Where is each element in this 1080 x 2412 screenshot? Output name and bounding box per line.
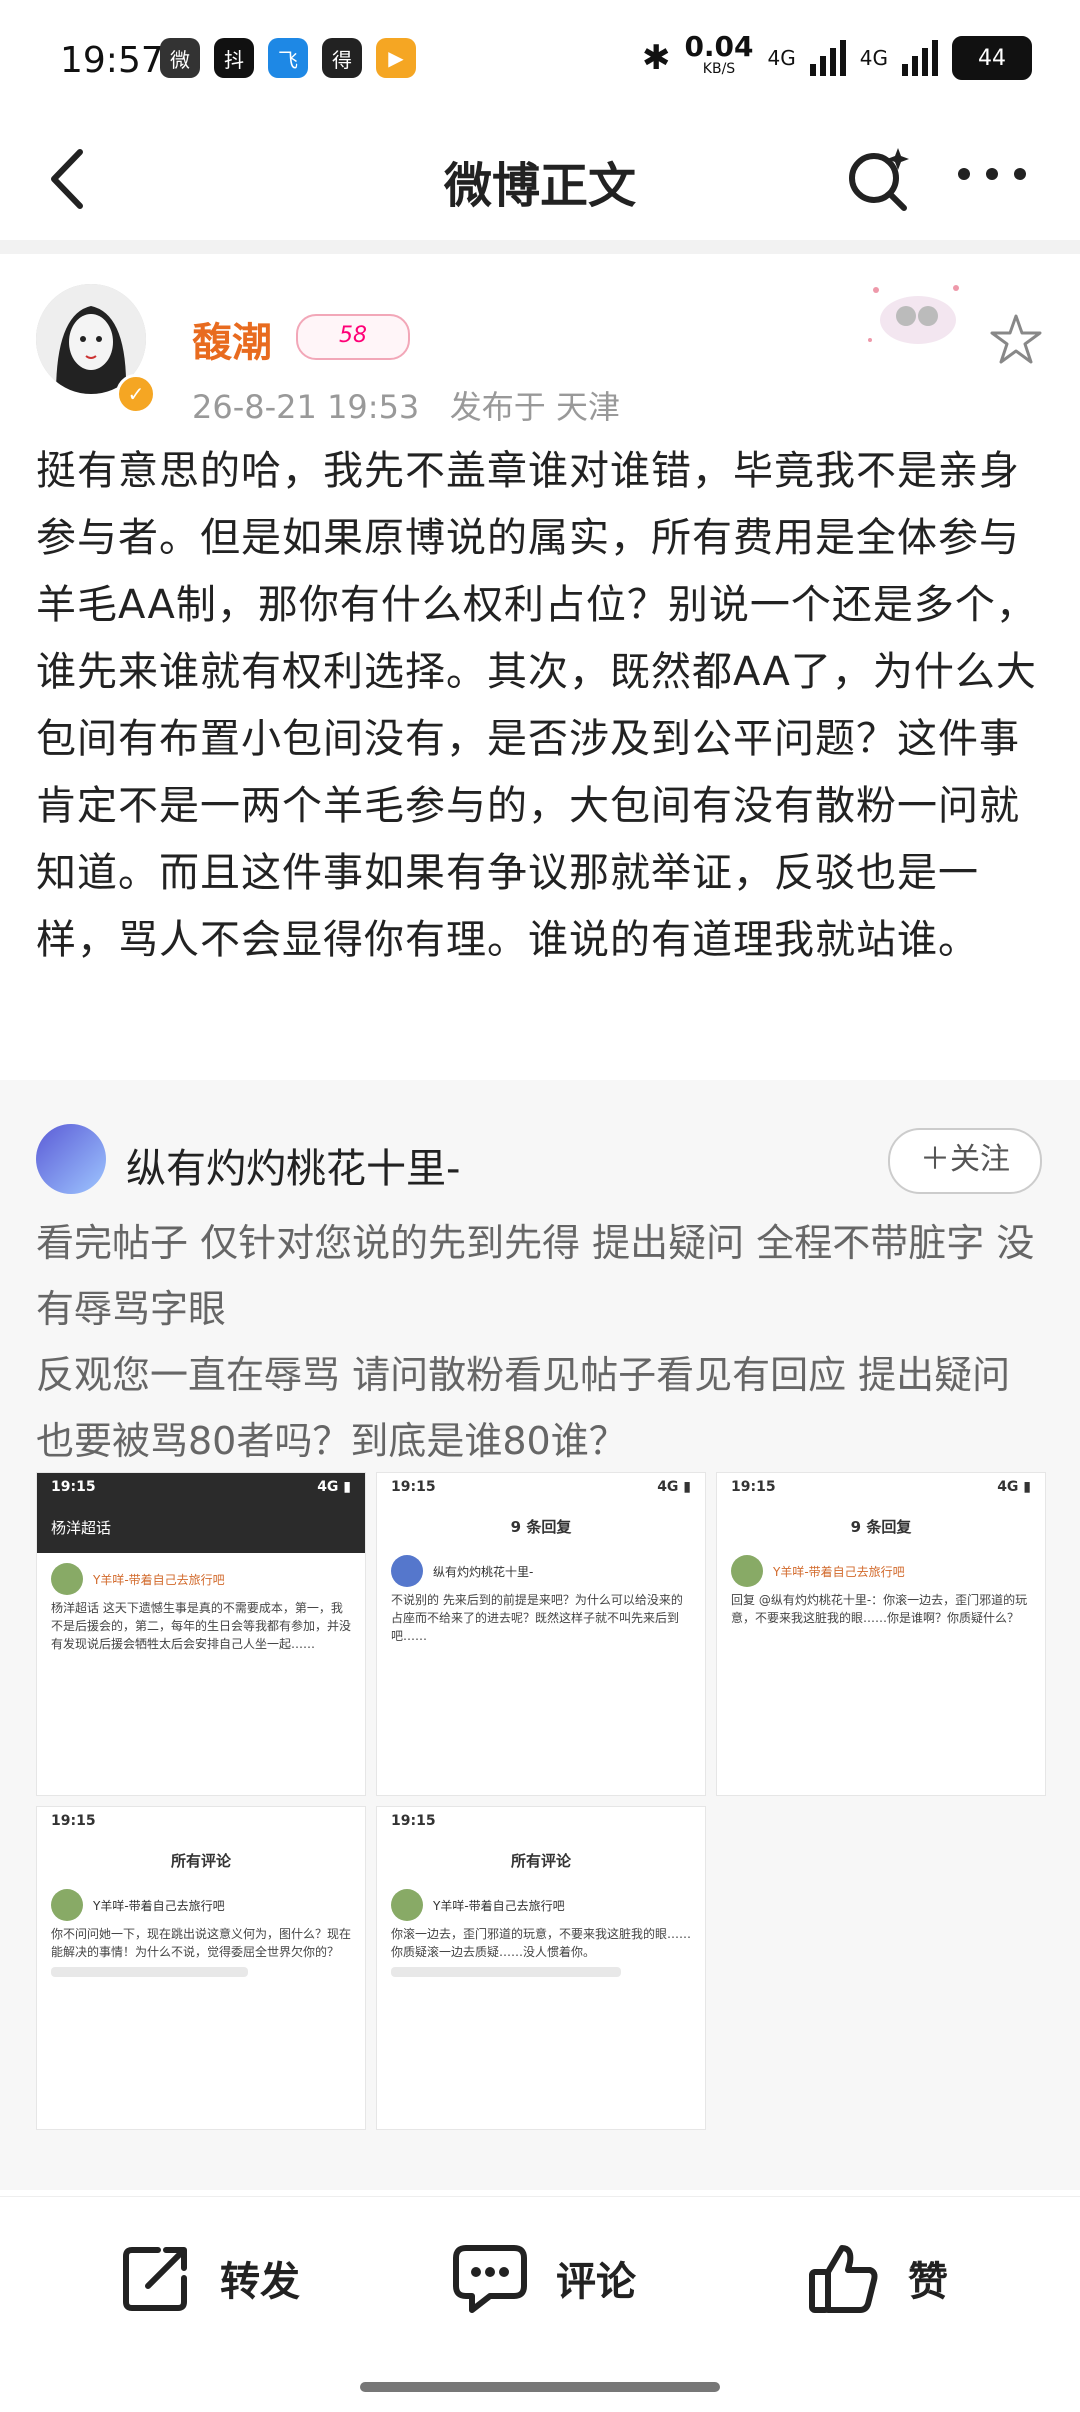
status-indicators: ✱ 0.04 KB/S 4G 4G 44 [641,30,1032,80]
screenshot-thumbnail-4[interactable]: 19:15 所有评论 Y羊咩-带着自己去旅行吧 你不问问她一下，现在跳出说这意义… [36,1806,366,2130]
post-date: 26-8-21 19:53 [192,388,420,426]
comment-text-paragraph-1: 看完帖子 仅针对您说的先到先得 提出疑问 全程不带脏字 没有辱骂字眼 [36,1221,1035,1331]
screenshot-thumbnail-1[interactable]: 19:15 4G ▮ 杨洋超话 Y羊咩-带着自己去旅行吧 杨洋超话 这天下遗憾生事… [36,1472,366,1796]
repost-icon [123,2247,187,2311]
home-indicator[interactable] [360,2382,720,2392]
like-label: 赞 [908,2259,948,2305]
like-button[interactable]: 赞 [806,2233,948,2323]
repost-button[interactable]: 转发 [118,2233,300,2323]
author-name[interactable]: 馥潮 [192,310,272,368]
page-title: 微博正文 [443,158,636,214]
network-type-2: 4G [859,46,888,70]
bluetooth-icon: ✱ [641,38,671,78]
verified-badge-icon: ✓ [116,374,156,414]
comment-text: 看完帖子 仅针对您说的先到先得 提出疑问 全程不带脏字 没有辱骂字眼 反观您一直… [36,1210,1046,1474]
commenter-avatar[interactable] [36,1124,106,1194]
status-bar: 19:57 微 抖 飞 得 ▶ ✱ 0.04 KB/S 4G 4G 44 [0,0,1080,120]
status-app-icons: 微 抖 飞 得 ▶ [160,38,416,78]
more-button[interactable] [958,168,1038,188]
star-icon [990,314,1042,364]
quoted-comment: 纵有灼灼桃花十里- ＋关注 看完帖子 仅针对您说的先到先得 提出疑问 全程不带脏… [0,1080,1080,2190]
decoration-sticker-icon [868,285,959,344]
tiktok-icon: 抖 [214,38,254,78]
screenshot-thumbnail-5[interactable]: 19:15 所有评论 Y羊咩-带着自己去旅行吧 你滚一边去，歪门邪道的玩意，不要… [376,1806,706,2130]
video-app-icon: ▶ [376,38,416,78]
wechat-icon: 微 [160,38,200,78]
screenshot-thumbnail-2[interactable]: 19:15 4G ▮ 9 条回复 纵有灼灼桃花十里- 不说别的 先来后到的前提是来… [376,1472,706,1796]
level-badge: 58 [296,314,410,360]
top-nav-bar: 微博正文 [0,120,1080,254]
comment-label: 评论 [556,2259,636,2305]
feishu-icon: 飞 [268,38,308,78]
net-speed: 0.04 KB/S [684,30,754,78]
thumbs-up-icon [809,2245,878,2313]
comment-text-paragraph-2: 反观您一直在辱骂 请问散粉看见帖子看见有回应 提出疑问 也要被骂80者吗？到底是… [36,1353,1011,1463]
dedao-icon: 得 [322,38,362,78]
network-type-1: 4G [767,46,796,70]
bottom-action-bar: 转发 评论 赞 [0,2196,1080,2367]
screenshot-thumbnail-3[interactable]: 19:15 4G ▮ 9 条回复 Y羊咩-带着自己去旅行吧 回复 @纵有灼灼桃花十… [716,1472,1046,1796]
battery-icon: 44 [952,36,1032,80]
post-meta: 26-8-21 19:53 发布于 天津 [192,382,620,428]
status-time: 19:57 [60,40,164,81]
search-button[interactable] [838,138,918,218]
follow-button[interactable]: ＋关注 [888,1128,1042,1194]
commenter-name[interactable]: 纵有灼灼桃花十里- [126,1136,460,1194]
comment-button[interactable]: 评论 [450,2233,636,2323]
favorite-button[interactable] [988,312,1044,368]
post-body: 挺有意思的哈，我先不盖章谁对谁错，毕竟我不是亲身参与者。但是如果原博说的属实，所… [36,448,1037,963]
comment-icon [453,2245,527,2313]
signal-icon [809,40,846,76]
repost-label: 转发 [220,2259,300,2305]
search-icon [849,148,909,211]
post-location: 发布于 天津 [449,388,620,426]
signal-icon-2 [902,40,938,76]
